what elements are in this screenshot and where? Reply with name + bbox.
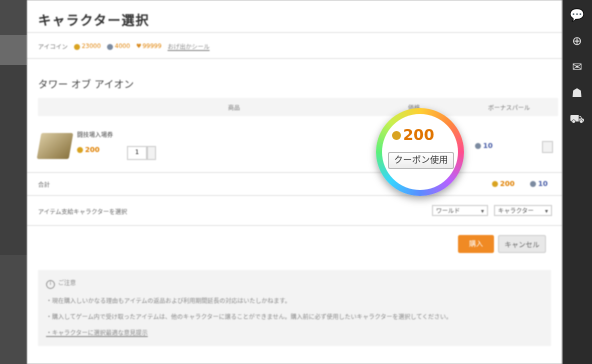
total-gold: 200 [492, 180, 515, 188]
total-gem: 10 [530, 180, 548, 188]
item-price: 200 [77, 146, 100, 154]
background-band [0, 35, 27, 65]
background-strip [0, 0, 27, 364]
balance-link[interactable]: おげ出かシール [168, 42, 210, 51]
message-icon[interactable]: ✉ [569, 60, 585, 74]
item-name: 闘技場入場券 [77, 132, 114, 139]
cart-icon[interactable]: ⛟ [569, 112, 585, 126]
notice-line: ・購入してゲーム内で受け取ったアイテムは、他のキャラクターに譲ることができません… [46, 314, 453, 321]
game-title: タワー オブ アイオン [38, 80, 134, 91]
chevron-down-icon: ▾ [544, 208, 548, 215]
right-sidebar: 💬 ⊕ ✉ ☗ ⛟ [563, 0, 592, 364]
heart-balance: ♥99999 [136, 43, 162, 50]
remove-item-button[interactable] [542, 141, 553, 153]
currency-row: アイコイン 23000 4000 ♥99999 おげ出かシール [38, 42, 210, 51]
quantity-input[interactable]: 1 [127, 146, 147, 160]
gold-coin-icon [392, 131, 401, 140]
divider [27, 172, 562, 173]
divider [27, 32, 562, 33]
currency-label: アイコイン [38, 44, 68, 51]
purchase-button[interactable]: 購入 [458, 235, 494, 253]
magnifier-overlay: 200 クーポン使用 [376, 108, 464, 196]
gold-coin-icon [73, 43, 80, 50]
column-header: ボーナスパール [488, 105, 531, 112]
gem-icon [530, 181, 536, 187]
table-header: 商品 価格 ボーナスパール [38, 98, 558, 116]
chevron-down-icon: ▾ [480, 208, 484, 215]
gold-balance: 23000 [73, 43, 101, 50]
notice-title: i ご注意 [46, 278, 76, 289]
gold-coin-icon [492, 181, 498, 187]
gem-icon [475, 143, 481, 149]
magnified-price: 200 [392, 126, 434, 144]
total-label: 合計 [38, 182, 51, 189]
notice-link[interactable]: ・キャラクターに選択最適な意見提示 [46, 328, 148, 337]
bonus-pearl: 10 [475, 142, 493, 150]
cancel-button[interactable]: キャンセル [498, 235, 546, 253]
background-band [0, 65, 27, 255]
gold-coin-icon [77, 147, 83, 153]
use-coupon-button[interactable]: クーポン使用 [388, 152, 454, 169]
item-thumbnail [36, 133, 74, 159]
notice-line: ・現在購入しいかなる理由もアイテムの返品および利用期間延長の対応はいたしかねます… [46, 298, 291, 305]
gem-icon [106, 43, 113, 50]
shop-dialog: キャラクター選択 アイコイン 23000 4000 ♥99999 おげ出かシール… [27, 0, 562, 364]
divider [27, 195, 562, 196]
chat-icon[interactable]: 💬 [569, 8, 585, 22]
character-select[interactable]: キャラクター ▾ [494, 205, 552, 216]
notice-box: i ご注意 ・現在購入しいかなる理由もアイテムの返品および利用期間延長の対応はいた… [38, 270, 551, 346]
info-icon: i [46, 280, 55, 289]
divider [27, 58, 562, 59]
character-select-label: アイテム支給キャラクターを選択 [38, 209, 128, 216]
column-header: 商品 [228, 105, 241, 112]
friends-icon[interactable]: ☗ [569, 86, 585, 100]
quantity-stepper[interactable] [147, 146, 156, 160]
heart-icon: ♥ [136, 43, 142, 50]
page-title: キャラクター選択 [38, 14, 150, 29]
server-select[interactable]: ワールド ▾ [432, 205, 488, 216]
plus-icon[interactable]: ⊕ [569, 34, 585, 48]
magnifier-lens: 200 クーポン使用 [382, 114, 458, 190]
gem-balance: 4000 [106, 43, 130, 50]
divider [27, 225, 562, 226]
